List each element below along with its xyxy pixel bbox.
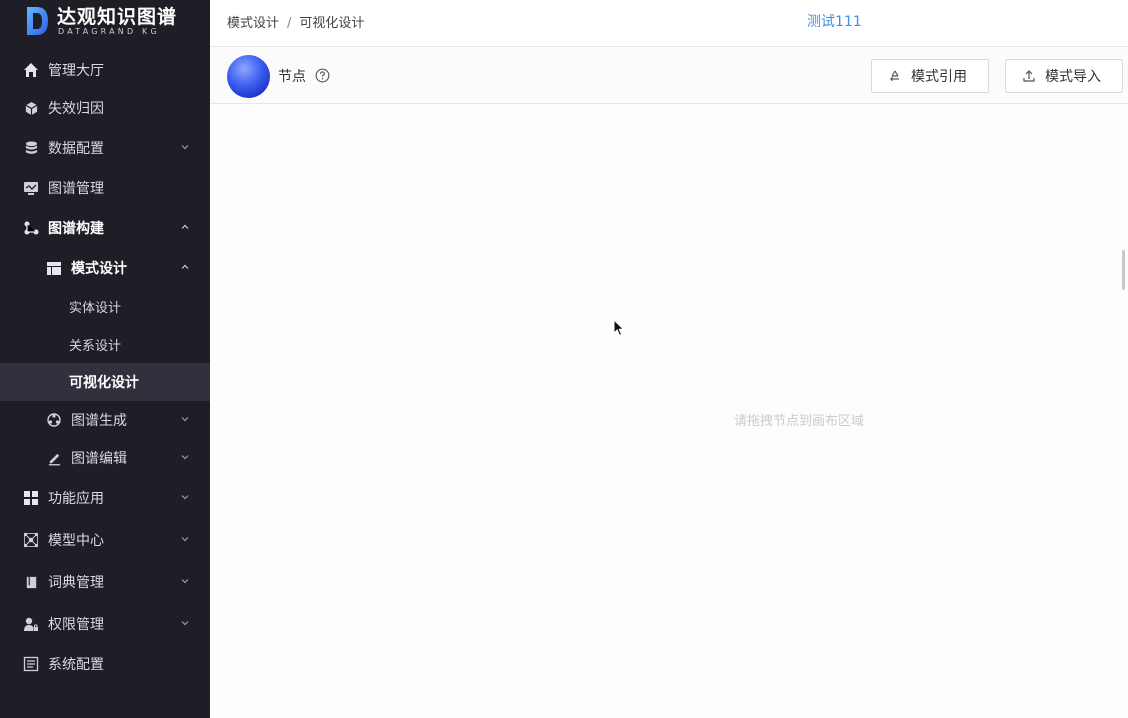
sidebar-item-permission[interactable]: 权限管理 xyxy=(0,605,210,643)
sidebar-item-label: 模式设计 xyxy=(71,261,127,277)
sidebar-item-functions[interactable]: 功能应用 xyxy=(0,479,210,517)
settings-doc-icon xyxy=(22,655,40,673)
sidebar-item-schema-design[interactable]: 模式设计 xyxy=(0,249,210,287)
sidebar-item-system-config[interactable]: 系统配置 xyxy=(0,645,210,683)
design-toolbar: 节点 模式引用 模式导入 xyxy=(210,48,1128,104)
sidebar-item-label: 权限管理 xyxy=(48,617,104,633)
sidebar-item-relation-design[interactable]: 关系设计 xyxy=(0,325,210,363)
schema-import-button[interactable]: 模式导入 xyxy=(1005,59,1123,93)
graph-build-icon xyxy=(22,219,40,237)
sidebar-item-label: 失效归因 xyxy=(48,101,104,117)
recycle-icon xyxy=(888,69,902,83)
node-label: 节点 xyxy=(278,69,306,85)
edit-icon xyxy=(45,449,63,467)
sidebar-item-label: 管理大厅 xyxy=(48,63,104,79)
monitor-icon xyxy=(22,179,40,197)
logo[interactable]: 达观知识图谱 DATAGRAND KG xyxy=(0,0,210,44)
sidebar-item-label: 可视化设计 xyxy=(69,375,139,391)
breadcrumb-item-visual-design: 可视化设计 xyxy=(299,16,365,31)
breadcrumb-separator: / xyxy=(287,16,292,31)
book-icon xyxy=(22,573,40,591)
sidebar-item-model-center[interactable]: 模型中心 xyxy=(0,521,210,559)
mouse-cursor-icon xyxy=(613,319,625,337)
user-lock-icon xyxy=(22,615,40,633)
sidebar-item-graph-edit[interactable]: 图谱编辑 xyxy=(0,439,210,477)
sidebar: 达观知识图谱 DATAGRAND KG 管理大厅 失效归因 数据配置 图谱管理 … xyxy=(0,0,210,718)
layout-icon xyxy=(45,259,63,277)
cube-icon xyxy=(22,99,40,117)
generate-icon xyxy=(45,411,63,429)
sidebar-item-label: 实体设计 xyxy=(69,300,122,316)
upload-icon xyxy=(1022,69,1036,83)
chevron-down-icon xyxy=(181,495,189,500)
sidebar-item-label: 模型中心 xyxy=(48,533,104,549)
sidebar-item-label: 系统配置 xyxy=(48,657,104,673)
database-icon xyxy=(22,139,40,157)
sidebar-item-label: 图谱管理 xyxy=(48,181,104,197)
project-name-link[interactable]: 测试111 xyxy=(807,11,862,31)
canvas-empty-hint: 请拖拽节点到画布区域 xyxy=(734,414,865,429)
sidebar-item-label: 图谱生成 xyxy=(71,413,127,429)
schema-reference-label: 模式引用 xyxy=(911,69,967,85)
chevron-up-icon xyxy=(181,264,189,269)
sidebar-item-entity-design[interactable]: 实体设计 xyxy=(0,287,210,325)
sidebar-item-label: 图谱编辑 xyxy=(71,451,127,467)
network-icon xyxy=(22,531,40,549)
grid-icon xyxy=(22,489,40,507)
logo-subtitle: DATAGRAND KG xyxy=(58,27,160,36)
home-icon xyxy=(22,61,40,79)
breadcrumb: 模式设计 / 可视化设计 xyxy=(227,12,364,31)
sidebar-item-failure[interactable]: 失效归因 xyxy=(0,89,210,127)
chevron-down-icon xyxy=(181,537,189,542)
logo-text: 达观知识图谱 xyxy=(57,6,178,28)
sidebar-item-graph-build[interactable]: 图谱构建 xyxy=(0,209,210,247)
top-header: 模式设计 / 可视化设计 测试111 xyxy=(210,0,1128,47)
sidebar-item-label: 关系设计 xyxy=(69,338,122,354)
sidebar-item-hall[interactable]: 管理大厅 xyxy=(0,51,210,89)
sidebar-item-label: 词典管理 xyxy=(48,575,104,591)
chevron-down-icon xyxy=(181,621,189,626)
sidebar-item-label: 图谱构建 xyxy=(48,221,104,237)
sidebar-item-dictionary[interactable]: 词典管理 xyxy=(0,563,210,601)
sidebar-item-graph-generate[interactable]: 图谱生成 xyxy=(0,401,210,439)
schema-reference-button[interactable]: 模式引用 xyxy=(871,59,989,93)
help-icon[interactable] xyxy=(315,68,330,83)
chevron-down-icon xyxy=(181,579,189,584)
sidebar-item-data-config[interactable]: 数据配置 xyxy=(0,129,210,167)
logo-mark-icon xyxy=(27,7,48,35)
schema-import-label: 模式导入 xyxy=(1045,69,1101,85)
sidebar-item-graph-manage[interactable]: 图谱管理 xyxy=(0,169,210,207)
sidebar-item-label: 数据配置 xyxy=(48,141,104,157)
chevron-down-icon xyxy=(181,145,189,150)
chevron-down-icon xyxy=(181,455,189,460)
chevron-down-icon xyxy=(181,417,189,422)
sidebar-item-label: 功能应用 xyxy=(48,491,104,507)
canvas-scrollbar[interactable] xyxy=(1122,250,1125,290)
breadcrumb-item-schema-design[interactable]: 模式设计 xyxy=(227,16,279,31)
sidebar-item-visual-design[interactable]: 可视化设计 xyxy=(0,363,210,401)
chevron-up-icon xyxy=(181,224,189,229)
design-canvas[interactable]: 请拖拽节点到画布区域 xyxy=(210,105,1128,718)
node-draggable[interactable] xyxy=(227,55,270,98)
